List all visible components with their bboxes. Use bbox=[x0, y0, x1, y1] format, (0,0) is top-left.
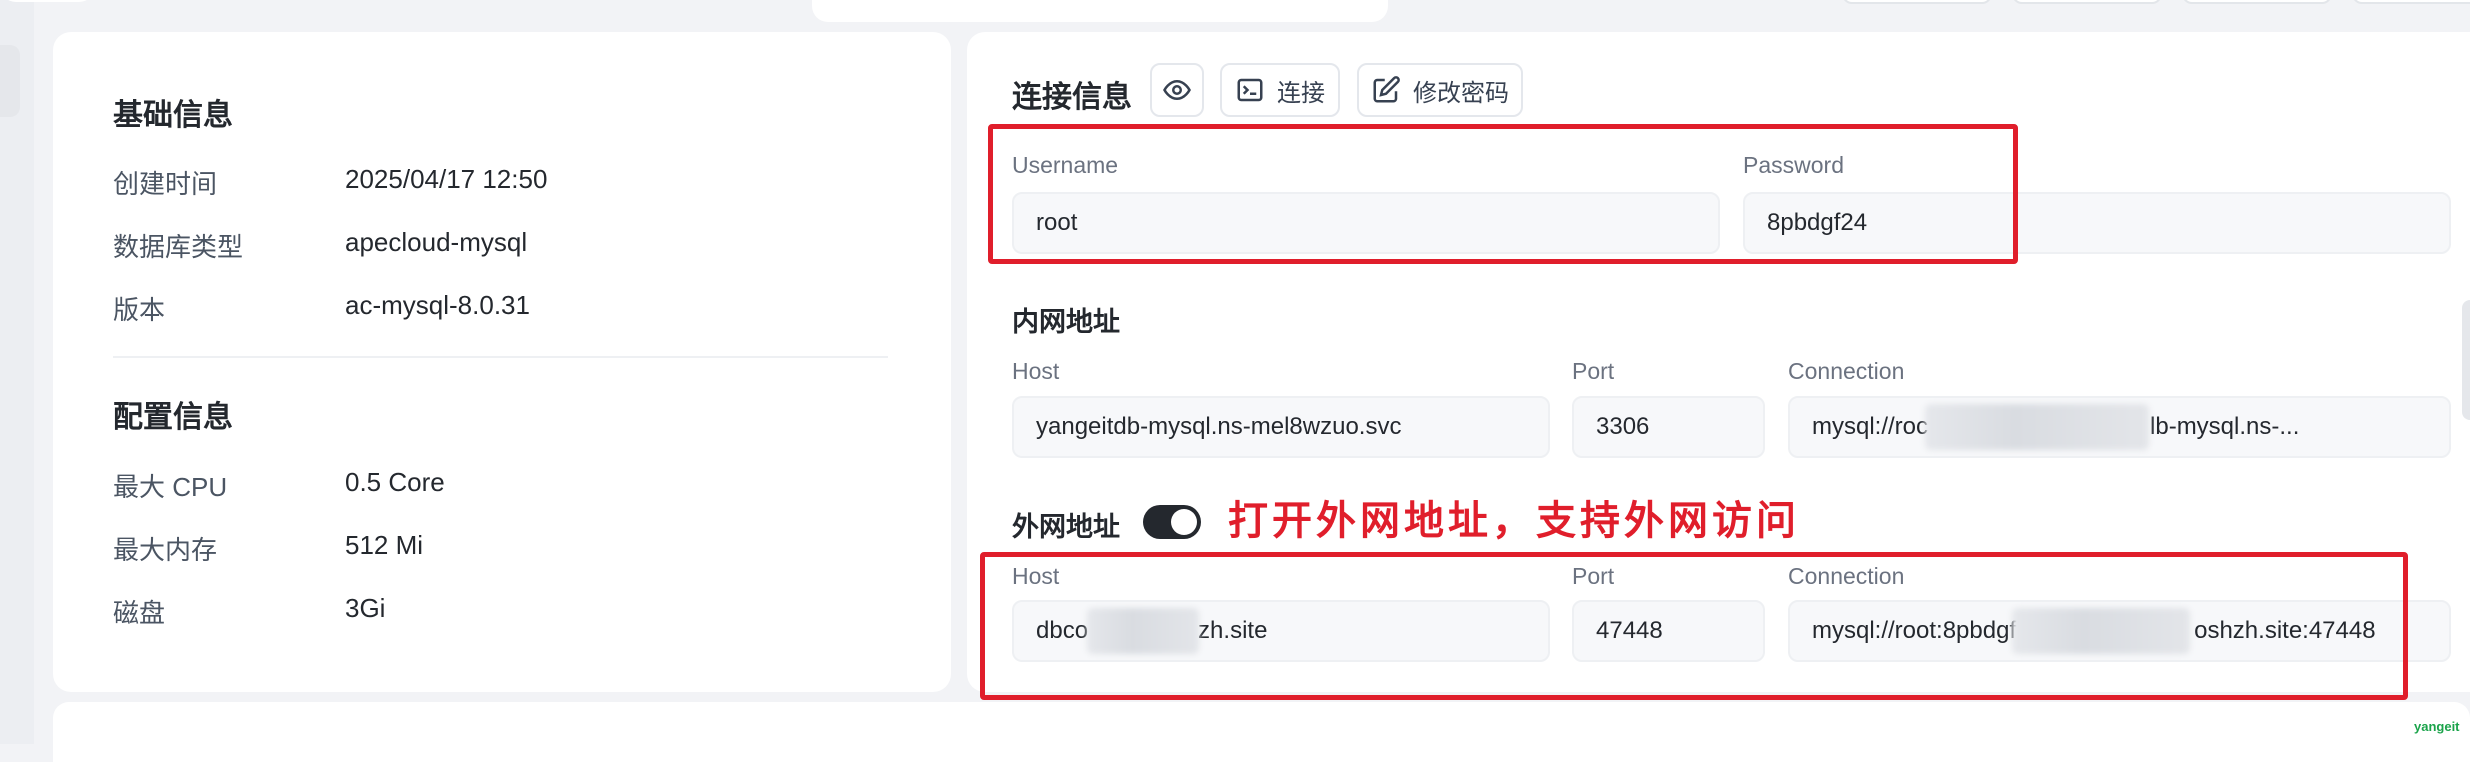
top-button-fragment-2[interactable] bbox=[2012, 0, 2162, 4]
internal-host-value: yangeitdb-mysql.ns-mel8wzuo.svc bbox=[1036, 413, 1402, 440]
top-button-fragment-1[interactable] bbox=[1842, 0, 1992, 4]
connection-info-title: 连接信息 bbox=[1012, 81, 1132, 114]
connect-button-label: 连接 bbox=[1277, 79, 1325, 107]
disk-label: 磁盘 bbox=[113, 598, 166, 628]
top-button-fragment-4[interactable] bbox=[2352, 0, 2470, 4]
internal-address-title: 内网地址 bbox=[1012, 307, 1120, 337]
external-address-toggle[interactable] bbox=[1143, 505, 1201, 539]
created-time-value: 2025/04/17 12:50 bbox=[345, 164, 548, 194]
disk-value: 3Gi bbox=[345, 593, 386, 623]
toggle-visibility-button[interactable] bbox=[1150, 63, 1204, 117]
db-type-value: apecloud-mysql bbox=[345, 227, 528, 257]
external-address-title: 外网地址 bbox=[1012, 512, 1120, 542]
db-type-label: 数据库类型 bbox=[113, 232, 244, 262]
right-scroll-edge bbox=[2462, 300, 2470, 420]
redacted-blur bbox=[1925, 404, 2149, 450]
created-time-label: 创建时间 bbox=[113, 169, 218, 199]
internal-connection-value-end: lb-mysql.ns-... bbox=[2150, 413, 2300, 440]
left-card-fragment bbox=[0, 45, 20, 117]
internal-connection-label: Connection bbox=[1788, 358, 1905, 384]
max-memory-label: 最大内存 bbox=[113, 535, 218, 565]
edit-icon bbox=[1373, 76, 1400, 103]
watermark: yangeit bbox=[2414, 719, 2460, 734]
annotation-text: 打开外网地址，支持外网访问 bbox=[1228, 497, 1800, 544]
eye-icon bbox=[1163, 79, 1191, 101]
top-card-fragment bbox=[812, 0, 1388, 22]
internal-host-label: Host bbox=[1012, 358, 1060, 384]
highlight-external-box bbox=[980, 552, 2408, 700]
terminal-icon bbox=[1237, 78, 1263, 102]
internal-port-label: Port bbox=[1572, 358, 1615, 384]
connect-button[interactable]: 连接 bbox=[1220, 63, 1340, 117]
top-button-fragment-3[interactable] bbox=[2182, 0, 2332, 4]
internal-port-value: 3306 bbox=[1596, 413, 1650, 440]
change-password-label: 修改密码 bbox=[1413, 79, 1509, 107]
version-value: ac-mysql-8.0.31 bbox=[345, 290, 530, 320]
max-memory-value: 512 Mi bbox=[345, 530, 424, 560]
top-left-fragment bbox=[0, 0, 95, 2]
basic-info-title: 基础信息 bbox=[113, 99, 233, 132]
internal-connection-value-start: mysql://roc bbox=[1812, 413, 1929, 440]
internal-host-field[interactable]: yangeitdb-mysql.ns-mel8wzuo.svc bbox=[1012, 396, 1550, 458]
highlight-credentials-box bbox=[988, 124, 2018, 264]
change-password-button[interactable]: 修改密码 bbox=[1357, 63, 1523, 117]
version-label: 版本 bbox=[113, 295, 166, 325]
max-cpu-value: 0.5 Core bbox=[345, 467, 445, 497]
config-info-title: 配置信息 bbox=[113, 401, 233, 434]
internal-port-field[interactable]: 3306 bbox=[1572, 396, 1765, 458]
toggle-knob bbox=[1171, 509, 1197, 535]
bottom-card-fragment bbox=[53, 702, 2470, 762]
max-cpu-label: 最大 CPU bbox=[113, 472, 228, 502]
section-divider bbox=[113, 356, 888, 358]
